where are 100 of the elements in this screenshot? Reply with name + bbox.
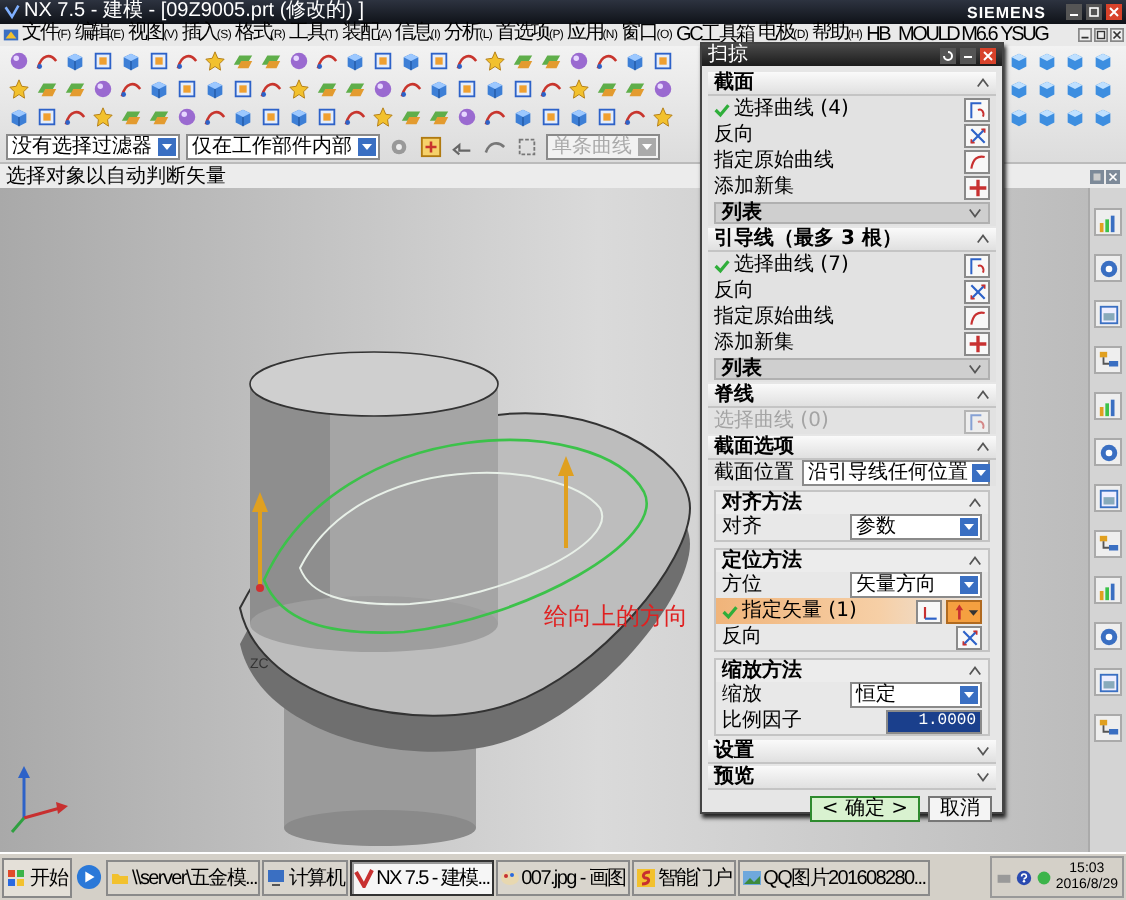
start-button[interactable]: 开始 (2, 857, 72, 897)
sphere-icon[interactable] (454, 103, 480, 129)
curve-icon[interactable] (964, 149, 990, 173)
star-icon[interactable] (286, 75, 312, 101)
box-icon[interactable] (370, 47, 396, 73)
chart-icon[interactable] (1094, 392, 1122, 420)
dropdown[interactable]: 参数 (850, 514, 982, 540)
minimize-icon[interactable] (1066, 4, 1082, 20)
row-label: 指定矢量 (1) (742, 600, 857, 622)
box-icon[interactable] (426, 47, 452, 73)
box-icon[interactable] (594, 103, 620, 129)
chart-icon[interactable] (1094, 576, 1122, 604)
box-icon[interactable] (650, 47, 676, 73)
sphere-icon[interactable] (6, 47, 32, 73)
sphere-icon[interactable] (286, 47, 312, 73)
section-header[interactable]: 截面 (708, 72, 996, 96)
box-icon[interactable] (538, 103, 564, 129)
play-icon[interactable] (76, 864, 102, 890)
reverse-icon[interactable] (964, 123, 990, 147)
box-icon[interactable] (1094, 300, 1122, 328)
taskbar-button[interactable]: NX 7.5 - 建模... (350, 859, 494, 895)
dropdown[interactable]: 沿引导线任何位置 (802, 460, 990, 486)
subsection-header[interactable]: 缩放方法 (714, 658, 990, 682)
box-icon[interactable] (510, 75, 536, 101)
brand-logo: SIEMENS (966, 3, 1046, 21)
scope-dropdown[interactable]: 仅在工作部件内部 (186, 133, 380, 159)
menu-item[interactable]: GC工具箱 (676, 24, 759, 46)
star-icon[interactable] (6, 75, 32, 101)
curve-select-icon[interactable] (964, 253, 990, 277)
curve-select-icon[interactable] (964, 97, 990, 121)
help-icon[interactable] (1015, 869, 1032, 885)
menu-item[interactable]: HB_MOULD M6.6 (866, 24, 1001, 46)
section-header[interactable]: 预览 (708, 766, 996, 790)
dialog-button[interactable]: < 确定 > (809, 796, 920, 822)
box-icon[interactable] (454, 75, 480, 101)
axis-triad-icon (10, 766, 68, 833)
vector-dropdown[interactable] (946, 599, 982, 623)
curve-icon[interactable] (964, 305, 990, 329)
box-icon[interactable] (514, 133, 540, 159)
image-icon (741, 867, 762, 887)
box-icon[interactable] (90, 47, 116, 73)
taskbar-button[interactable]: \\server\五金模... (106, 859, 261, 895)
box-icon[interactable] (230, 75, 256, 101)
plus-icon[interactable] (418, 133, 444, 159)
flag-icon (6, 867, 26, 887)
star-icon[interactable] (90, 103, 116, 129)
chevron-icon (976, 76, 990, 90)
taskbar-button[interactable]: 计算机 (262, 859, 349, 895)
section-header[interactable]: 脊线 (708, 384, 996, 408)
section-header[interactable]: 引导线（最多 3 根） (708, 228, 996, 252)
box-icon[interactable] (314, 103, 340, 129)
reverse-icon[interactable] (964, 279, 990, 303)
section-header[interactable]: 设置 (708, 740, 996, 764)
tree-icon[interactable] (1094, 346, 1122, 374)
taskbar-button[interactable]: QQ图片201608280... (737, 859, 930, 895)
dropdown[interactable]: 恒定 (850, 682, 982, 708)
caret-icon (960, 576, 978, 594)
chart-icon[interactable] (1094, 208, 1122, 236)
minimize-icon[interactable] (1078, 28, 1092, 42)
star-icon[interactable] (202, 47, 228, 73)
plus-icon[interactable] (964, 175, 990, 199)
star-icon[interactable] (650, 103, 676, 129)
close-icon[interactable] (1110, 28, 1124, 42)
subsection-header[interactable]: 定位方法 (714, 548, 990, 572)
star-icon[interactable] (482, 47, 508, 73)
star-icon[interactable] (370, 103, 396, 129)
box-icon[interactable] (174, 75, 200, 101)
box-icon[interactable] (34, 103, 60, 129)
menu-item[interactable]: YSUG (1000, 24, 1052, 46)
box-icon[interactable] (1094, 484, 1122, 512)
box-icon[interactable] (258, 103, 284, 129)
curve-select-icon[interactable] (964, 409, 990, 433)
list-toggle[interactable]: 列表 (714, 202, 990, 224)
dialog-button[interactable]: 取消 (928, 796, 992, 822)
box-icon[interactable] (1094, 668, 1122, 696)
minimize-icon[interactable] (960, 47, 976, 63)
reset-icon[interactable] (940, 47, 956, 63)
reverse-icon[interactable] (956, 625, 982, 649)
section-header[interactable]: 截面选项 (708, 436, 996, 460)
taskbar-button[interactable]: 智能门户 (631, 859, 736, 895)
vector-icon[interactable] (916, 599, 942, 623)
box-icon[interactable] (146, 47, 172, 73)
row-label: 反向 (714, 124, 754, 146)
subsection-header[interactable]: 对齐方法 (714, 490, 990, 514)
tree-icon[interactable] (1094, 714, 1122, 742)
selection-filter-dropdown[interactable]: 没有选择过滤器 (6, 133, 180, 159)
app-icon (4, 4, 20, 20)
app-icon (2, 26, 20, 44)
list-toggle[interactable]: 列表 (714, 358, 990, 380)
sphere-icon[interactable] (650, 75, 676, 101)
sphere-icon[interactable] (370, 75, 396, 101)
plus-icon[interactable] (964, 331, 990, 355)
input-field[interactable]: 1.0000 (886, 709, 982, 733)
star-icon[interactable] (566, 75, 592, 101)
sphere-icon[interactable] (174, 103, 200, 129)
dropdown[interactable]: 矢量方向 (850, 572, 982, 598)
taskbar-button[interactable]: 007.jpg - 画图 (495, 859, 630, 895)
sphere-icon[interactable] (566, 47, 592, 73)
sphere-icon[interactable] (90, 75, 116, 101)
tree-icon[interactable] (1094, 530, 1122, 558)
